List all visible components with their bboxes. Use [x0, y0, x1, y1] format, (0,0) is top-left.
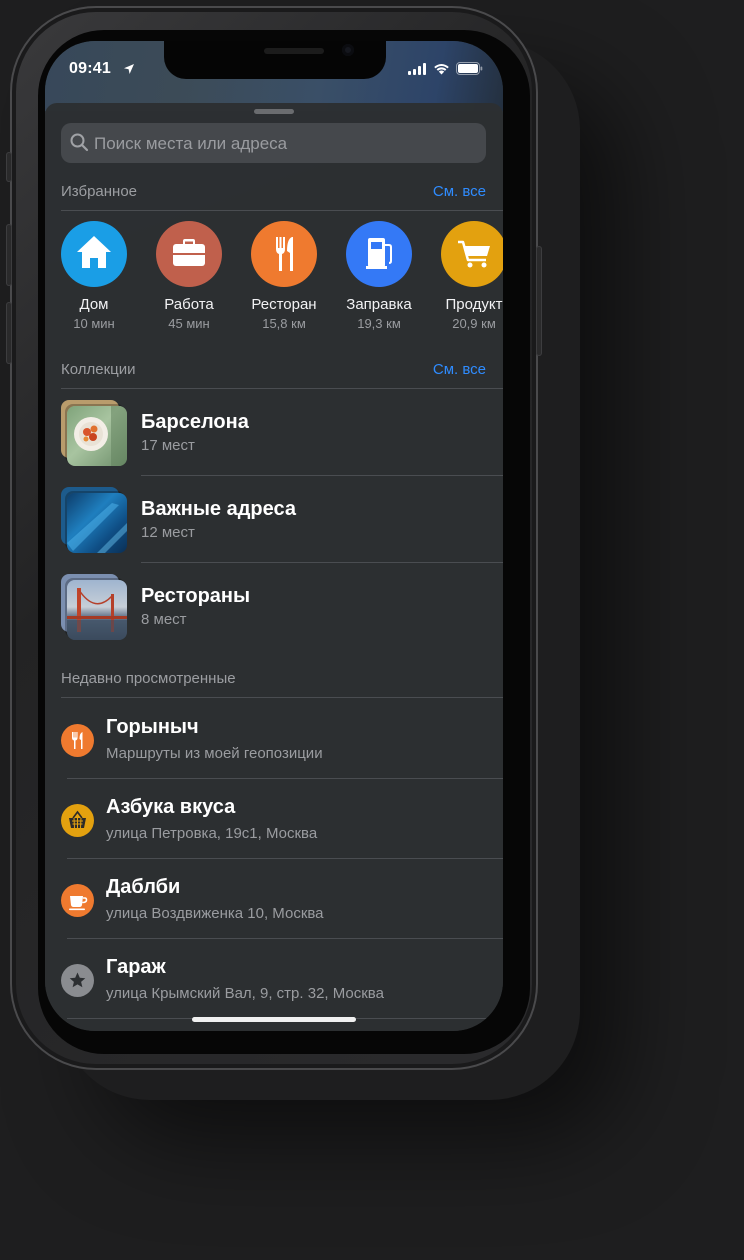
speaker — [264, 48, 324, 54]
favorite-label: Дом — [79, 296, 109, 313]
sheet-grabber[interactable] — [254, 109, 294, 114]
coffee-cup-icon — [61, 884, 94, 917]
recent-item[interactable]: Гараж улица Крымский Вал, 9, стр. 32, Мо… — [61, 938, 503, 1018]
power-button — [536, 246, 542, 356]
collection-item[interactable]: Рестораны 8 мест — [61, 563, 503, 649]
favorite-home[interactable]: Дом 10 мин — [61, 221, 139, 331]
status-time: 09:41 — [69, 60, 111, 77]
recent-title: Горыныч — [106, 716, 199, 738]
star-icon — [61, 964, 94, 997]
recent-item[interactable]: Азбука вкуса улица Петровка, 19с1, Москв… — [61, 778, 503, 858]
favorite-eta: 10 мин — [73, 316, 115, 331]
screen: 09:41 Поиск места или адреса Избранное С… — [45, 41, 503, 1031]
favorite-work[interactable]: Работа 45 мин — [144, 221, 234, 331]
home-indicator[interactable] — [192, 1017, 356, 1022]
favorite-label: Работа — [164, 296, 214, 313]
favorites-header: Избранное См. все — [61, 183, 486, 203]
mute-switch — [6, 152, 12, 182]
battery-icon — [456, 62, 483, 80]
blue-abstract-photo-thumbnail — [67, 493, 127, 553]
briefcase-icon — [156, 221, 222, 287]
collection-count: 8 мест — [141, 611, 187, 628]
collections-title: Коллекции — [61, 361, 136, 378]
food-photo-thumbnail — [67, 406, 127, 466]
fork-knife-icon — [61, 724, 94, 757]
favorites-divider — [61, 210, 503, 211]
favorite-eta: 20,9 км — [452, 316, 496, 331]
search-icon — [70, 133, 89, 157]
collection-title: Рестораны — [141, 585, 251, 607]
recent-item[interactable]: Даблби улица Воздвиженка 10, Москва — [61, 858, 503, 938]
recent-subtitle: улица Петровка, 19с1, Москва — [106, 825, 318, 842]
recents-title: Недавно просмотренные — [61, 670, 236, 687]
recent-subtitle: улица Воздвиженка 10, Москва — [106, 905, 324, 922]
collection-title: Важные адреса — [141, 498, 296, 520]
favorite-label: Продукт — [445, 296, 503, 313]
favorites-row[interactable]: Дом 10 мин Работа 45 мин Ресторан 15,8 к… — [61, 221, 503, 341]
collection-item[interactable]: Важные адреса 12 мест — [61, 476, 503, 562]
recent-subtitle: улица Крымский Вал, 9, стр. 32, Москва — [106, 985, 384, 1002]
front-camera — [342, 44, 354, 56]
favorites-see-all-link[interactable]: См. все — [433, 183, 486, 200]
collection-count: 17 мест — [141, 437, 195, 454]
recent-title: Даблби — [106, 876, 181, 898]
collection-title: Барселона — [141, 411, 249, 433]
favorite-label: Ресторан — [251, 296, 317, 313]
status-icons — [408, 62, 483, 80]
house-icon — [61, 221, 127, 287]
volume-up-button — [6, 224, 12, 286]
recents-header: Недавно просмотренные — [61, 670, 486, 690]
location-arrow-icon — [123, 62, 135, 80]
bridge-photo-thumbnail — [67, 580, 127, 640]
favorite-label: Заправка — [346, 296, 412, 313]
search-sheet: Поиск места или адреса Избранное См. все… — [45, 103, 503, 1031]
collections-header: Коллекции См. все — [61, 361, 486, 381]
cellular-signal-icon — [408, 62, 427, 80]
recent-item[interactable]: Горыныч Маршруты из моей геопозиции — [61, 698, 503, 778]
favorite-groceries[interactable]: Продукт 20,9 км — [429, 221, 503, 331]
recent-title: Гараж — [106, 956, 166, 978]
notch — [164, 41, 386, 79]
fuel-pump-icon — [346, 221, 412, 287]
volume-down-button — [6, 302, 12, 364]
search-placeholder: Поиск места или адреса — [94, 134, 288, 153]
recent-subtitle: Маршруты из моей геопозиции — [106, 745, 323, 762]
search-field[interactable]: Поиск места или адреса — [61, 123, 486, 163]
collection-count: 12 мест — [141, 524, 195, 541]
collection-item[interactable]: Барселона 17 мест — [61, 389, 503, 475]
wifi-icon — [433, 62, 450, 80]
collections-see-all-link[interactable]: См. все — [433, 361, 486, 378]
favorite-gas-station[interactable]: Заправка 19,3 км — [334, 221, 424, 331]
favorite-eta: 45 мин — [168, 316, 210, 331]
favorite-restaurant[interactable]: Ресторан 15,8 км — [239, 221, 329, 331]
favorite-eta: 15,8 км — [262, 316, 306, 331]
fork-knife-icon — [251, 221, 317, 287]
basket-icon — [61, 804, 94, 837]
shopping-cart-icon — [441, 221, 503, 287]
favorite-eta: 19,3 км — [357, 316, 401, 331]
recent-title: Азбука вкуса — [106, 796, 236, 818]
favorites-title: Избранное — [61, 183, 138, 200]
